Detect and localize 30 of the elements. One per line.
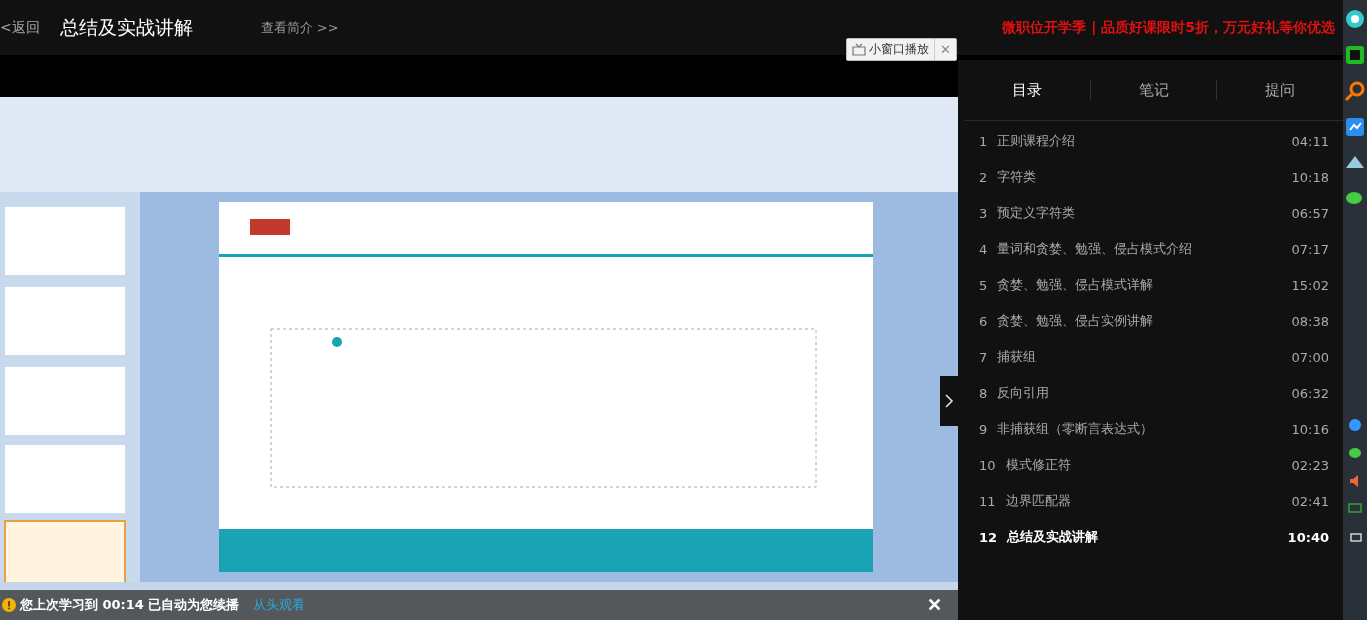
chapter-item[interactable]: 7 捕获组 07:00 bbox=[958, 339, 1343, 375]
app-icon[interactable] bbox=[1344, 8, 1366, 30]
chapter-item[interactable]: 12 总结及实战讲解 10:40 bbox=[958, 519, 1343, 555]
course-title: 总结及实战讲解 bbox=[59, 14, 193, 40]
sidebar-tab[interactable]: 笔记 bbox=[1090, 79, 1217, 101]
chapter-item[interactable]: 3 预定义字符类 06:57 bbox=[958, 195, 1343, 231]
search-icon[interactable] bbox=[1344, 80, 1366, 102]
app-icon[interactable] bbox=[1344, 44, 1366, 66]
sidebar-tab[interactable]: 目录 bbox=[964, 79, 1090, 101]
chapter-item[interactable]: 8 反向引用 06:32 bbox=[958, 375, 1343, 411]
chapter-item[interactable]: 2 字符类 10:18 bbox=[958, 159, 1343, 195]
promo-banner[interactable]: 微职位开学季 | 品质好课限时5折，万元好礼等你优选 bbox=[1002, 18, 1335, 37]
collapse-button[interactable] bbox=[940, 376, 958, 426]
chapter-item[interactable]: 1 正则课程介绍 04:11 bbox=[958, 123, 1343, 159]
tv-icon bbox=[852, 43, 866, 56]
sidebar-tab[interactable]: 提问 bbox=[1217, 79, 1343, 101]
app-icon[interactable] bbox=[1344, 116, 1366, 138]
intro-link[interactable]: 查看简介 >> bbox=[260, 18, 339, 37]
chapter-item[interactable]: 9 非捕获组（零断言表达式） 10:16 bbox=[958, 411, 1343, 447]
chapter-item[interactable]: 4 量词和贪婪、勉强、侵占模式介绍 07:17 bbox=[958, 231, 1343, 267]
resume-message: 您上次学习到 00:14 已自动为您续播 bbox=[20, 596, 240, 614]
chapter-item[interactable]: 5 贪婪、勉强、侵占模式详解 15:02 bbox=[958, 267, 1343, 303]
monitor-icon[interactable] bbox=[1348, 502, 1362, 516]
back-link[interactable]: <返回 bbox=[0, 18, 40, 37]
chapter-item[interactable]: 11 边界匹配器 02:41 bbox=[958, 483, 1343, 519]
chapter-item[interactable]: 6 贪婪、勉强、侵占实例讲解 08:38 bbox=[958, 303, 1343, 339]
battery-icon[interactable] bbox=[1348, 530, 1362, 544]
close-button[interactable]: ✕ bbox=[927, 594, 942, 616]
chevron-right-icon bbox=[944, 393, 954, 409]
chapter-item[interactable]: 10 模式修正符 02:23 bbox=[958, 447, 1343, 483]
